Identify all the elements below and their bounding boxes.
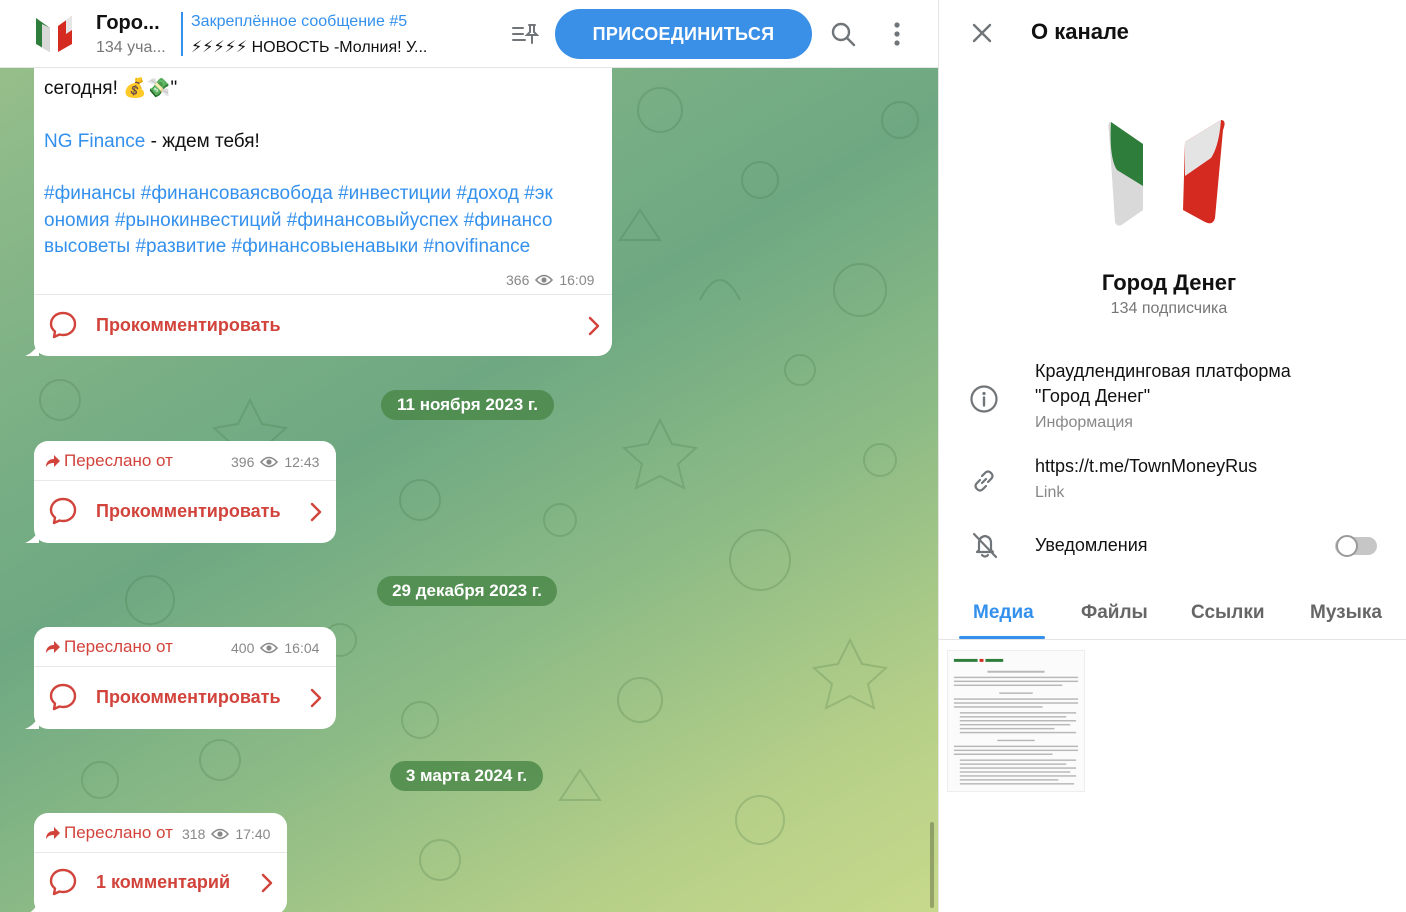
comment-label: 1 комментарий <box>96 871 231 892</box>
pinned-list-icon[interactable] <box>511 22 539 46</box>
forward-arrow-icon <box>46 641 60 653</box>
message-text-line: NG Finance - ждем тебя! <box>44 129 260 155</box>
comment-divider <box>34 294 612 295</box>
comment-bubble-icon <box>49 311 77 339</box>
comment-divider <box>34 666 336 667</box>
message-meta: 366 16:09 <box>506 272 594 288</box>
link-icon <box>974 470 994 492</box>
message-time: 16:04 <box>284 640 320 656</box>
comment-divider <box>34 852 287 853</box>
channel-title[interactable]: Горо... <box>96 12 160 35</box>
bubble-tail <box>25 342 39 356</box>
forwarded-label: Переслано от <box>64 823 173 842</box>
info-icon <box>970 385 998 413</box>
tab-files[interactable]: Файлы <box>1081 602 1148 624</box>
date-separator: 3 марта 2024 г. <box>390 761 543 791</box>
tab-links[interactable]: Ссылки <box>1191 602 1265 624</box>
subscriber-count: 134 подписчика <box>1110 300 1228 317</box>
message-meta: 396 12:43 <box>231 454 319 470</box>
message-meta: 318 17:40 <box>182 826 270 842</box>
eye-icon <box>535 274 554 286</box>
comment-label: Прокомментировать <box>96 500 281 521</box>
comment-button[interactable]: Прокомментировать <box>48 310 281 340</box>
channel-link[interactable]: NG Finance <box>44 131 145 152</box>
description-line: Краудлендинговая платформа <box>1035 361 1291 381</box>
channel-name: Город Денег <box>1101 270 1237 295</box>
bubble-tail <box>25 715 39 729</box>
hashtag-line[interactable]: #финансы #финансоваясвобода #инвестиции … <box>44 181 553 207</box>
forward-arrow-icon <box>46 455 60 467</box>
date-separator: 11 ноября 2023 г. <box>381 390 554 420</box>
forwarded-from[interactable]: Переслано от <box>46 637 173 657</box>
comment-divider <box>34 480 336 481</box>
chat-area[interactable]: Горо... 134 уча... Закреплённое сообщени… <box>0 0 938 912</box>
message-time: 17:40 <box>235 826 271 842</box>
message-time: 16:09 <box>559 272 595 288</box>
view-count: 400 <box>231 640 255 656</box>
chat-scrollbar[interactable] <box>930 822 934 908</box>
message-text-line: сегодня! 💰💸" <box>44 78 178 99</box>
view-count: 366 <box>506 272 530 288</box>
chevron-right-icon <box>310 688 322 708</box>
message-time: 12:43 <box>284 454 320 470</box>
bubble-tail <box>30 901 39 912</box>
link-caption: Link <box>1035 484 1065 501</box>
description-line: "Город Денег" <box>1035 386 1151 406</box>
channel-link-url[interactable]: https://t.me/TownMoneyRus <box>1035 454 1257 479</box>
view-count: 396 <box>231 454 255 470</box>
bell-muted-icon <box>972 532 998 559</box>
more-options-icon[interactable] <box>886 20 908 48</box>
notifications-label: Уведомления <box>1035 535 1148 555</box>
notifications-toggle[interactable] <box>1335 535 1377 557</box>
search-icon[interactable] <box>830 21 856 47</box>
comment-bubble-icon <box>49 868 77 896</box>
chevron-right-icon <box>310 502 322 522</box>
bubble-tail <box>25 529 39 543</box>
forwarded-from[interactable]: Переслано от <box>46 823 173 843</box>
description-caption: Информация <box>1035 414 1133 431</box>
comment-button[interactable]: Прокомментировать <box>48 496 281 526</box>
comment-label: Прокомментировать <box>96 686 281 707</box>
chat-header: Горо... 134 уча... Закреплённое сообщени… <box>0 0 938 68</box>
forwarded-label: Переслано от <box>64 451 173 470</box>
hashtag-line[interactable]: высоветы #развитие #финансовыенавыки #no… <box>44 234 530 260</box>
eye-icon <box>260 642 279 654</box>
channel-member-count: 134 уча... <box>96 39 166 56</box>
comment-button[interactable]: 1 комментарий <box>48 867 230 897</box>
eye-icon <box>260 456 279 468</box>
channel-avatar[interactable] <box>28 14 80 54</box>
pinned-indicator <box>181 12 184 56</box>
tab-music[interactable]: Музыка <box>1310 602 1382 624</box>
comment-bubble-icon <box>49 497 77 525</box>
tab-media[interactable]: Медиа <box>973 602 1034 624</box>
channel-logo <box>1108 120 1225 226</box>
chevron-right-icon <box>588 316 600 336</box>
comment-label: Прокомментировать <box>96 314 281 335</box>
forwarded-from[interactable]: Переслано от <box>46 451 173 471</box>
active-tab-indicator <box>959 636 1045 639</box>
channel-info-panel: О канале Город Денег 134 подписчика Крау… <box>938 0 1406 912</box>
media-thumbnail[interactable] <box>947 650 1085 792</box>
comment-button[interactable]: Прокомментировать <box>48 682 281 712</box>
channel-description[interactable]: Краудлендинговая платформа "Город Денег" <box>1035 359 1291 409</box>
close-icon[interactable] <box>971 22 993 44</box>
forward-arrow-icon <box>46 827 60 839</box>
forwarded-label: Переслано от <box>64 637 173 656</box>
date-separator: 29 декабря 2023 г. <box>377 576 557 606</box>
view-count: 318 <box>182 826 206 842</box>
pinned-message-title[interactable]: Закреплённое сообщение #5 <box>191 13 407 31</box>
pinned-message-text[interactable]: ⚡⚡⚡⚡⚡ НОВОСТЬ -Молния! У... <box>191 37 427 57</box>
hashtag-line[interactable]: ономия #рынокинвестиций #финансовыйуспех… <box>44 208 552 234</box>
message-meta: 400 16:04 <box>231 640 319 656</box>
comment-bubble-icon <box>49 683 77 711</box>
panel-title: О канале <box>1031 19 1129 44</box>
chevron-right-icon <box>261 873 273 893</box>
message-text-fragment: - ждем тебя! <box>145 131 260 152</box>
media-tabs: Медиа Файлы Ссылки Музыка <box>939 590 1406 640</box>
join-channel-button[interactable]: ПРИСОЕДИНИТЬСЯ <box>555 9 812 59</box>
eye-icon <box>211 828 230 840</box>
